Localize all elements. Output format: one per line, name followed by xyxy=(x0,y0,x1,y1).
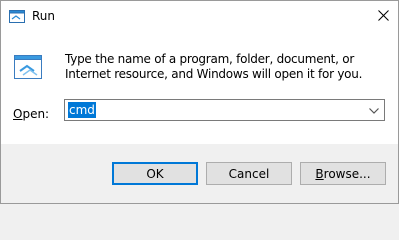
ok-button[interactable]: OK xyxy=(112,162,198,185)
browse-button[interactable]: Browse... xyxy=(300,162,386,185)
dialog-body: Type the name of a program, folder, docu… xyxy=(1,32,398,144)
open-input-value[interactable]: cmd xyxy=(68,102,96,118)
run-dialog: Run Type the name of a program, folder, … xyxy=(0,0,399,204)
open-label-text: pen: xyxy=(22,107,50,121)
browse-label: rowse... xyxy=(323,166,371,181)
dialog-description: Type the name of a program, folder, docu… xyxy=(65,52,363,81)
close-icon xyxy=(377,9,389,24)
title-bar: Run xyxy=(1,1,398,32)
close-button[interactable] xyxy=(368,1,398,32)
open-label: Open: xyxy=(13,107,49,121)
browse-mnemonic: B xyxy=(315,166,324,181)
window-title: Run xyxy=(32,9,56,23)
chevron-down-icon xyxy=(369,103,379,117)
run-program-icon xyxy=(14,55,42,79)
cancel-button[interactable]: Cancel xyxy=(206,162,292,185)
run-icon xyxy=(9,10,25,23)
open-combobox[interactable]: cmd xyxy=(64,99,385,121)
dropdown-button[interactable] xyxy=(366,102,382,118)
button-bar: OK Cancel Browse... xyxy=(1,144,398,203)
